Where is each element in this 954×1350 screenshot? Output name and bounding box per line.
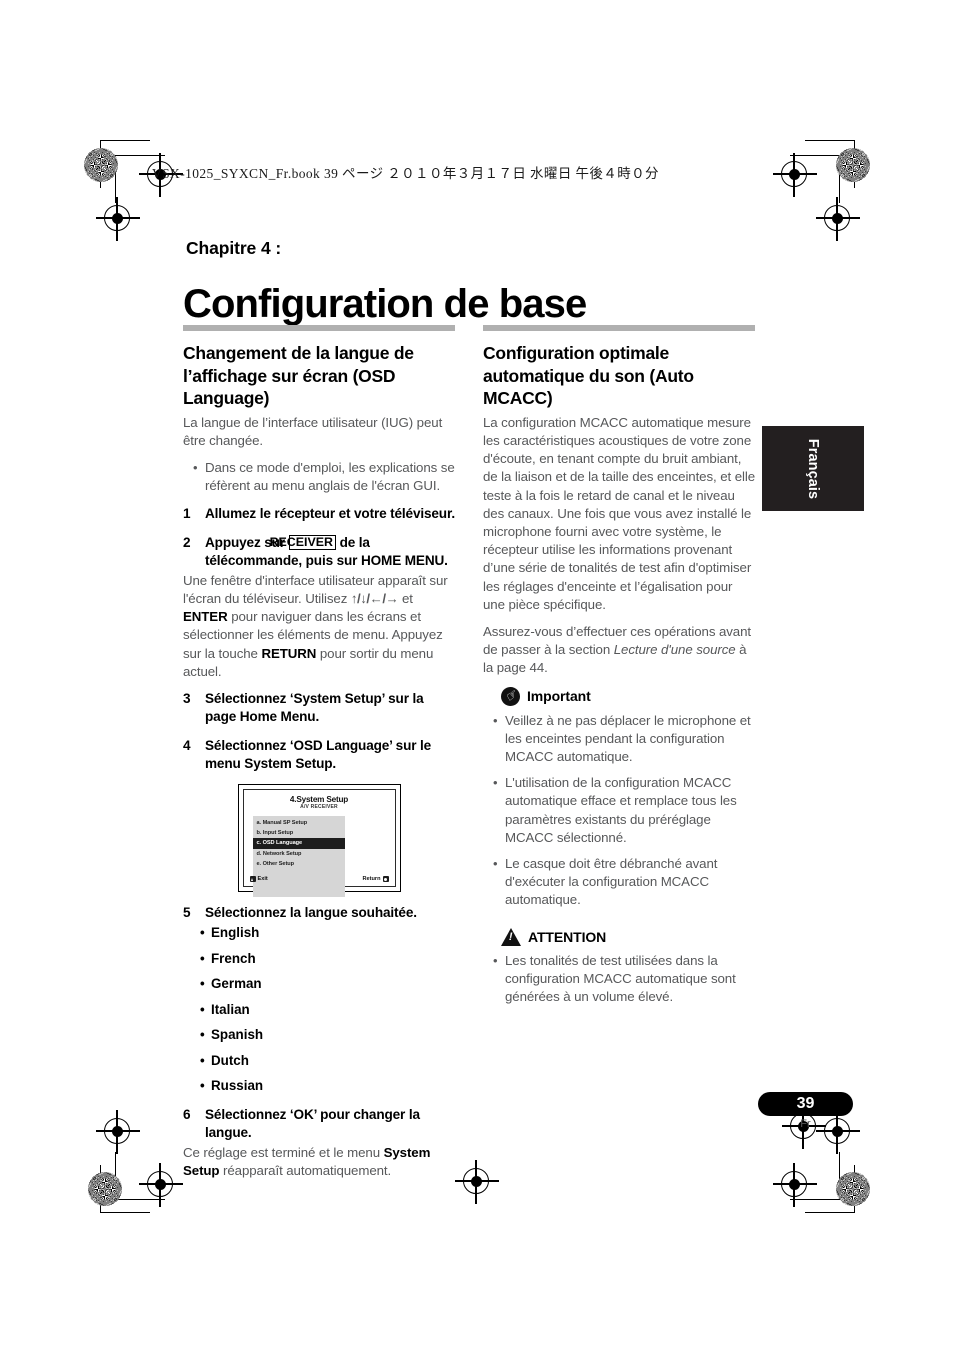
- section-heading-auto-mcacc: Configuration optimale automatique du so…: [483, 343, 694, 409]
- step-6-text: Sélectionnez ‘OK’ pour changer la langue…: [205, 1106, 420, 1140]
- language-options-list: English French German Italian Spanish Du…: [183, 924, 455, 1096]
- language-side-tab: Français: [762, 426, 864, 511]
- step-5-text: Sélectionnez la langue souhaitée.: [205, 905, 417, 921]
- osd-footer: Exit Return: [249, 876, 389, 883]
- section-rule-left: [183, 325, 455, 331]
- language-option-german[interactable]: German: [200, 975, 455, 994]
- return-button-label: RETURN: [261, 645, 317, 661]
- osd-screenshot-figure: 4.System Setup A/V RECEIVER a. Manual SP…: [183, 784, 455, 897]
- running-header: VSX-1025_SYXCN_Fr.book 39 ページ ２０１０年３月１７日…: [152, 166, 659, 181]
- step-4-number: 4: [183, 738, 191, 754]
- halftone-patch-bottom-left: [88, 1172, 122, 1206]
- important-notice-bullets: Veillez à ne pas déplacer le microphone …: [483, 712, 755, 910]
- osd-return-label: Return: [362, 876, 381, 883]
- osd-exit-label: Exit: [257, 876, 268, 883]
- step-4: 4 Sélectionnez ‘OSD Language’ sur le menu…: [183, 737, 455, 773]
- osd-intro-text: La langue de l’interface utilisateur (IU…: [183, 414, 443, 448]
- language-option-italian[interactable]: Italian: [200, 1001, 455, 1020]
- section-heading-osd-language: Changement de la langue de l’affichage s…: [183, 343, 414, 409]
- step-2: 2 Appuyez sur RECEIVER de la télécommande…: [183, 534, 455, 570]
- step-2-number: 2: [183, 534, 191, 550]
- step-6: 6 Sélectionnez ‘OK’ pour changer la langu…: [183, 1106, 455, 1142]
- language-option-dutch[interactable]: Dutch: [200, 1052, 455, 1071]
- attention-notice-header: ATTENTION: [483, 927, 755, 946]
- section-rule-right: [483, 325, 755, 331]
- return-button-icon: [382, 876, 389, 883]
- language-option-english[interactable]: English: [200, 924, 455, 943]
- registration-mark-top-right: [773, 153, 817, 197]
- step-5-number: 5: [183, 905, 191, 921]
- step-6-body: Ce réglage est terminé et le menu System…: [183, 1144, 455, 1180]
- chapter-label: Chapitre 4 :: [186, 238, 282, 258]
- receiver-button-label: RECEIVER: [270, 534, 336, 551]
- osd-exit-control[interactable]: Exit: [249, 876, 268, 883]
- list-item: Dans ce mode d'emploi, les explications …: [193, 459, 455, 495]
- step-6-body-part-1: Ce réglage est terminé et le menu: [183, 1145, 380, 1160]
- halftone-patch-bottom-right: [836, 1172, 870, 1206]
- osd-screen-inner: 4.System Setup A/V RECEIVER a. Manual SP…: [242, 789, 396, 897]
- registration-mark-bottom-left: [139, 1163, 183, 1207]
- registration-mark-right-upper: [816, 197, 860, 241]
- mcacc-paragraph-2: Assurez-vous d’effectuer ces opérations …: [483, 623, 755, 678]
- step-6-body-part-2: réapparaît automatiquement.: [223, 1163, 392, 1179]
- osd-screen-subtitle: A/V RECEIVER: [300, 804, 338, 811]
- page-number-badge: 39: [758, 1092, 853, 1116]
- list-item: Veillez à ne pas déplacer le microphone …: [493, 712, 755, 767]
- osd-screen-title: 4.System Setup: [289, 795, 349, 805]
- step-1-number: 1: [183, 505, 191, 521]
- step-4-text: Sélectionnez ‘OSD Language’ sur le menu …: [205, 738, 432, 772]
- registration-mark-bottom-center: [455, 1160, 499, 1204]
- warning-triangle-icon: [501, 927, 521, 946]
- osd-return-control[interactable]: Return: [362, 876, 389, 883]
- important-notice-header: Important: [483, 686, 755, 706]
- attention-notice-bullets: Les tonalités de test utilisées dans la …: [483, 952, 755, 1007]
- step-5: 5 Sélectionnez la langue souhaitée.: [183, 904, 455, 922]
- language-side-tab-label: Français: [805, 438, 821, 499]
- osd-menu-item-network-setup[interactable]: d. Network Setup: [253, 849, 345, 859]
- page-title: Configuration de base: [183, 281, 587, 326]
- list-item: L'utilisation de la configuration MCACC …: [493, 774, 755, 847]
- mcacc-paragraph-1: La configuration MCACC automatique mesur…: [483, 414, 755, 612]
- right-column: Configuration optimale automatique du so…: [483, 325, 755, 1015]
- osd-menu-item-other-setup[interactable]: e. Other Setup: [253, 859, 345, 869]
- cross-reference-title: Lecture d'une source: [613, 642, 736, 658]
- registration-mark-left-lower: [96, 1110, 140, 1154]
- important-notice-title: Important: [527, 688, 591, 705]
- step-3-number: 3: [183, 690, 191, 706]
- left-column: Changement de la langue de l’affichage s…: [183, 325, 455, 1189]
- halftone-patch-top-left: [84, 148, 118, 182]
- attention-notice-title: ATTENTION: [528, 928, 607, 945]
- osd-menu-item-input-setup[interactable]: b. Input Setup: [253, 828, 345, 838]
- language-option-french[interactable]: French: [200, 950, 455, 969]
- language-option-russian[interactable]: Russian: [200, 1077, 455, 1096]
- osd-intro-bullets: Dans ce mode d'emploi, les explications …: [183, 459, 455, 495]
- step-3-text: Sélectionnez ‘System Setup’ sur la page …: [205, 690, 424, 725]
- pointing-hand-icon: [501, 686, 520, 706]
- enter-button-label: ENTER: [183, 609, 228, 625]
- halftone-patch-top-right: [836, 148, 870, 182]
- registration-mark-bottom-right: [773, 1163, 817, 1207]
- list-item: Le casque doit être débranché avant d'ex…: [493, 855, 755, 910]
- language-option-spanish[interactable]: Spanish: [200, 1026, 455, 1045]
- osd-menu-item-manual-sp-setup[interactable]: a. Manual SP Setup: [253, 818, 345, 828]
- step-3: 3 Sélectionnez ‘System Setup’ sur la page…: [183, 690, 455, 726]
- step-1: 1 Allumez le récepteur et votre téléviseu…: [183, 505, 455, 523]
- step-1-text: Allumez le récepteur et votre téléviseur…: [205, 505, 455, 521]
- osd-menu-item-osd-language[interactable]: c. OSD Language: [252, 838, 345, 849]
- direction-arrows-icon: ↑/↓/←/→: [350, 590, 399, 606]
- page-language-code: Fr: [800, 1118, 811, 1130]
- step-2-body: Une fenêtre d'interface utilisateur appa…: [183, 572, 455, 681]
- exit-button-icon: [249, 876, 256, 883]
- step-6-number: 6: [183, 1106, 191, 1122]
- step-2-body-part-2: et: [401, 590, 413, 606]
- list-item: Les tonalités de test utilisées dans la …: [493, 952, 755, 1007]
- osd-menu-list: a. Manual SP Setup b. Input Setup c. OSD…: [252, 816, 345, 897]
- osd-screen: 4.System Setup A/V RECEIVER a. Manual SP…: [237, 784, 401, 897]
- registration-mark-left-upper: [96, 197, 140, 241]
